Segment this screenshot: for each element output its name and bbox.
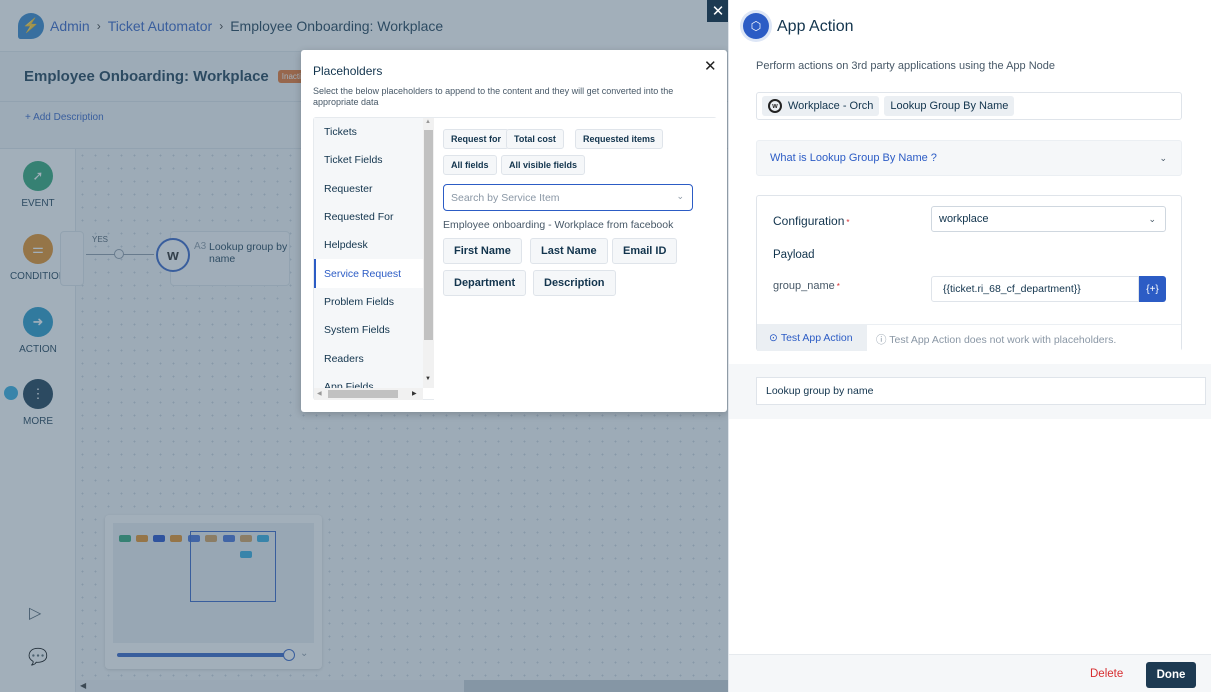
service-item-title: Employee onboarding - Workplace from fac… [443, 219, 674, 231]
scrollbar-thumb[interactable] [424, 130, 433, 340]
app-action-panel: ⬡ App Action Perform actions on 3rd part… [728, 0, 1211, 692]
panel-description: Perform actions on 3rd party application… [756, 60, 1056, 72]
node-name-input[interactable]: Lookup group by name [756, 377, 1206, 405]
required-marker: * [836, 282, 840, 291]
placeholder-category-item[interactable]: Tickets [314, 118, 423, 146]
placeholder-category-item[interactable]: Readers [314, 344, 423, 372]
chevron-down-icon: ⌄ [676, 191, 684, 201]
search-placeholder: Search by Service Item [451, 191, 560, 204]
placeholders-body: Tickets Ticket Fields Requester Requested F… [313, 117, 717, 401]
node-name-section: Lookup group by name [729, 364, 1211, 419]
category-horizontal-scrollbar[interactable]: ◀ ▶ [314, 388, 423, 400]
placeholder-content: Request for Total cost Requested items A… [434, 118, 717, 401]
modal-description: Select the below placeholders to append … [313, 86, 674, 107]
placeholder-category-item[interactable]: Requested For [314, 203, 423, 231]
selected-value: workplace [939, 213, 989, 225]
app-tag: w Workplace - Orch [762, 96, 880, 116]
app-tag-label: Workplace - Orch [788, 100, 874, 112]
placeholders-modal: Placeholders ✕ Select the below placehol… [301, 50, 727, 412]
play-circle-icon: ⊙ [769, 332, 778, 344]
service-item-search-select[interactable]: Search by Service Item ⌄ [443, 184, 693, 211]
selected-app-action[interactable]: w Workplace - Orch Lookup Group By Name [756, 92, 1182, 120]
info-icon: ⓘ [876, 334, 890, 346]
placeholder-chip-description[interactable]: Description [533, 270, 616, 296]
close-panel-button[interactable]: ✕ [707, 0, 729, 22]
insert-placeholder-button[interactable]: {+} [1139, 276, 1166, 302]
placeholder-chip-email-id[interactable]: Email ID [612, 238, 678, 264]
group-name-label: group_name * [773, 280, 840, 292]
workplace-logo-icon: w [768, 99, 782, 113]
what-is-accordion[interactable]: What is Lookup Group By Name ? ⌄ [756, 140, 1182, 176]
scroll-down-arrow-icon[interactable]: ▼ [425, 376, 431, 382]
placeholder-chip-requested-items[interactable]: Requested items [575, 129, 664, 149]
category-vertical-scrollbar[interactable]: ▲ ▼ [423, 118, 434, 388]
close-icon[interactable]: ✕ [704, 57, 717, 75]
placeholder-categories: Tickets Ticket Fields Requester Requested F… [314, 118, 423, 388]
placeholder-chip-total-cost[interactable]: Total cost [506, 129, 564, 149]
placeholder-category-item[interactable]: Problem Fields [314, 288, 423, 316]
chevron-down-icon: ⌄ [1148, 213, 1156, 224]
scroll-left-arrow-icon[interactable]: ◀ [317, 390, 322, 397]
test-note: ⓘ Test App Action does not work with pla… [876, 332, 1116, 347]
button-label: Test App Action [780, 332, 853, 344]
placeholder-category-item[interactable]: Requester [314, 175, 423, 203]
note-text: Test App Action does not work with place… [889, 334, 1117, 346]
placeholder-category-item[interactable]: Ticket Fields [314, 146, 423, 174]
placeholder-category-item[interactable]: Helpdesk [314, 231, 423, 259]
accordion-label: What is Lookup Group By Name ? [770, 152, 937, 164]
placeholder-chip-last-name[interactable]: Last Name [530, 238, 608, 264]
placeholder-category-item[interactable]: System Fields [314, 316, 423, 344]
label-text: Configuration [773, 214, 845, 228]
test-app-action-button[interactable]: ⊙ Test App Action [757, 325, 867, 351]
label-text: group_name [773, 280, 835, 292]
required-marker: * [846, 218, 850, 227]
placeholder-chip-all-fields[interactable]: All fields [443, 155, 497, 175]
group-name-input[interactable]: {{ticket.ri_68_cf_department}} [931, 276, 1139, 302]
modal-title: Placeholders [313, 64, 383, 78]
cube-icon: ⬡ [743, 13, 769, 39]
scroll-right-arrow-icon[interactable]: ▶ [412, 390, 417, 397]
scrollbar-thumb[interactable] [328, 390, 398, 398]
placeholder-chip-request-for[interactable]: Request for [443, 129, 510, 149]
configuration-label: Configuration * [773, 214, 850, 228]
placeholder-chip-all-visible-fields[interactable]: All visible fields [501, 155, 586, 175]
configuration-select[interactable]: workplace ⌄ [931, 206, 1166, 232]
placeholder-chip-first-name[interactable]: First Name [443, 238, 522, 264]
placeholder-category-item[interactable]: Service Request [314, 259, 423, 288]
configuration-card: Configuration * workplace ⌄ Payload group… [756, 195, 1182, 351]
action-tag: Lookup Group By Name [884, 96, 1015, 116]
chevron-down-icon: ⌄ [1159, 152, 1167, 163]
panel-footer: Delete Done [729, 654, 1211, 692]
delete-button[interactable]: Delete [1090, 668, 1123, 680]
payload-heading: Payload [773, 249, 815, 261]
placeholder-chip-department[interactable]: Department [443, 270, 527, 296]
test-action-row: ⊙ Test App Action ⓘ Test App Action does … [757, 324, 1181, 351]
scroll-up-arrow-icon[interactable]: ▲ [425, 119, 431, 125]
done-button[interactable]: Done [1146, 662, 1196, 688]
panel-title: App Action [777, 18, 854, 35]
placeholder-category-item[interactable]: App Fields [314, 373, 423, 388]
close-icon: ✕ [711, 3, 725, 20]
